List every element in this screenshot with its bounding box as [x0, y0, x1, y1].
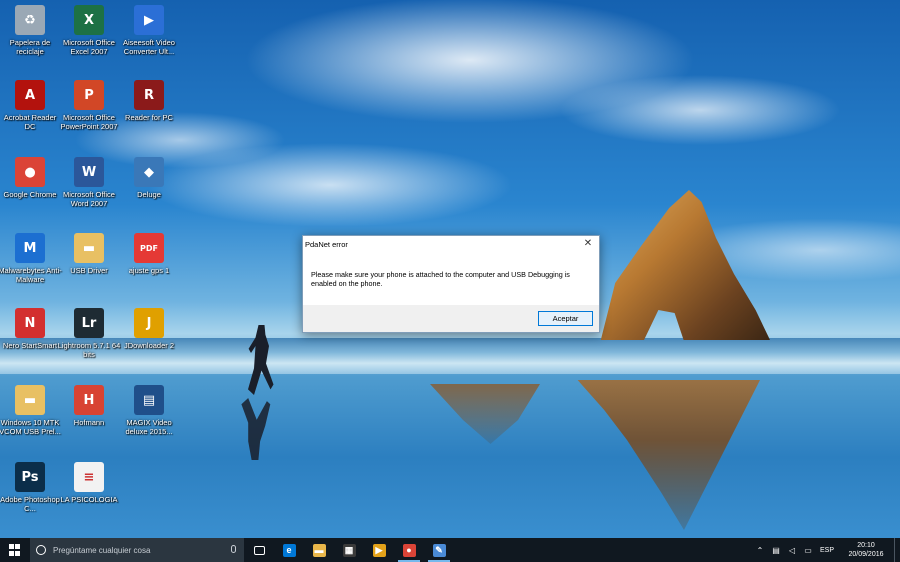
- desktop-shortcut[interactable]: ● Google Chrome: [0, 157, 62, 227]
- dialog-footer: Aceptar: [303, 305, 599, 332]
- desktop-shortcut[interactable]: M Malwarebytes Anti-Malware: [0, 233, 62, 303]
- microphone-icon[interactable]: [231, 545, 236, 553]
- photoshop-icon: Ps: [15, 462, 45, 492]
- desktop-shortcut-label: Nero StartSmart: [2, 341, 58, 350]
- desktop-shortcut[interactable]: P Microsoft Office PowerPoint 2007: [57, 80, 121, 150]
- taskbar-button-store[interactable]: ▦: [334, 538, 364, 562]
- desktop-shortcut[interactable]: Ps Adobe Photoshop C...: [0, 462, 62, 532]
- paint-icon: ✎: [432, 543, 446, 557]
- taskbar-button-file-explorer[interactable]: ▬: [304, 538, 334, 562]
- desktop-shortcut[interactable]: H Hofmann: [57, 385, 121, 455]
- desktop-shortcut-label: Hofmann: [73, 418, 105, 427]
- malwarebytes-icon: M: [15, 233, 45, 263]
- cortana-icon: [36, 545, 46, 555]
- desktop-shortcut-label: Microsoft Office Word 2007: [63, 190, 115, 208]
- task-view-icon: ▭: [253, 545, 265, 555]
- document-icon: ≡: [74, 462, 104, 492]
- dialog-message: Please make sure your phone is attached …: [311, 270, 570, 288]
- chrome-icon: ●: [402, 543, 416, 557]
- close-icon[interactable]: ✕: [581, 237, 595, 251]
- recycle-bin-icon: ♻: [15, 5, 45, 35]
- volume-icon[interactable]: ◁: [786, 538, 798, 562]
- folder-icon: ▬: [74, 233, 104, 263]
- desktop-shortcut-label: Adobe Photoshop C...: [0, 495, 60, 513]
- acrobat-icon: A: [15, 80, 45, 110]
- magix-icon: ▤: [134, 385, 164, 415]
- hofmann-icon: H: [74, 385, 104, 415]
- accept-button[interactable]: Aceptar: [538, 311, 593, 326]
- desktop-shortcut[interactable]: X Microsoft Office Excel 2007: [57, 5, 121, 75]
- reader-icon: R: [134, 80, 164, 110]
- desktop-shortcut[interactable]: ▶ Aiseesoft Video Converter Ult...: [117, 5, 181, 75]
- desktop-shortcut-label: Aiseesoft Video Converter Ult...: [123, 38, 175, 56]
- chevron-up-icon[interactable]: ⌃: [754, 538, 766, 562]
- system-tray: ⌃ ▤ ◁ ▭ ESP 20:10 20/09/2016: [752, 538, 900, 562]
- desktop-shortcut-label: MAGIX Video deluxe 2015...: [125, 418, 173, 436]
- excel-icon: X: [74, 5, 104, 35]
- desktop-shortcut-label: LA PSICOLOGIA: [60, 495, 118, 504]
- pdf-icon: PDF: [134, 233, 164, 263]
- desktop-shortcut-label: Acrobat Reader DC: [3, 113, 57, 131]
- taskbar-button-media-player[interactable]: ▶: [364, 538, 394, 562]
- desktop-shortcut[interactable]: PDF ajuste gps 1: [117, 233, 181, 303]
- lightroom-icon: Lr: [74, 308, 104, 338]
- nero-icon: N: [15, 308, 45, 338]
- desktop-shortcut[interactable]: J JDownloader 2: [117, 308, 181, 378]
- file-explorer-icon: ▬: [312, 543, 326, 557]
- desktop-shortcut-label: Microsoft Office Excel 2007: [63, 38, 115, 56]
- desktop-shortcut-label: Windows 10 MTK VCOM USB Prel...: [0, 418, 61, 436]
- desktop-shortcut-label: Malwarebytes Anti-Malware: [0, 266, 62, 284]
- desktop-shortcut-label: JDownloader 2: [123, 341, 175, 350]
- taskbar: Pregúntame cualquier cosa ▭ e ▬ ▦ ▶ ● ✎ ⌃ ▤ ◁ …: [0, 538, 900, 562]
- network-icon[interactable]: ▤: [770, 538, 782, 562]
- desktop-shortcut-label: Google Chrome: [3, 190, 57, 199]
- desktop-shortcut-label: ajuste gps 1: [128, 266, 170, 275]
- desktop-shortcut[interactable]: N Nero StartSmart: [0, 308, 62, 378]
- desktop-shortcut[interactable]: ♻ Papelera de reciclaje: [0, 5, 62, 75]
- pdanet-error-dialog: PdaNet error ✕ Please make sure your pho…: [302, 235, 600, 333]
- word-icon: W: [74, 157, 104, 187]
- start-button[interactable]: [0, 538, 30, 562]
- chrome-icon: ●: [15, 157, 45, 187]
- taskbar-button-task-view[interactable]: ▭: [244, 538, 274, 562]
- pinned-apps: ▭ e ▬ ▦ ▶ ● ✎: [244, 538, 454, 562]
- desktop-shortcut-label: Papelera de reciclaje: [9, 38, 51, 56]
- language-indicator[interactable]: ESP: [820, 547, 834, 554]
- desktop-shortcut-label: Deluge: [137, 190, 161, 199]
- desktop-shortcut[interactable]: Lr Lightroom 5.7.1 64 bits: [57, 308, 121, 378]
- desktop-shortcut-label: Microsoft Office PowerPoint 2007: [60, 113, 118, 131]
- show-desktop-button[interactable]: [894, 538, 900, 562]
- jdownloader-icon: J: [134, 308, 164, 338]
- desktop-shortcut[interactable]: A Acrobat Reader DC: [0, 80, 62, 150]
- taskbar-button-chrome[interactable]: ●: [394, 538, 424, 562]
- desktop-shortcut-label: Reader for PC: [125, 113, 173, 122]
- folder-icon: ▬: [15, 385, 45, 415]
- edge-icon: e: [282, 543, 296, 557]
- notifications-icon[interactable]: ▭: [802, 538, 814, 562]
- search-placeholder: Pregúntame cualquier cosa: [53, 545, 151, 555]
- powerpoint-icon: P: [74, 80, 104, 110]
- windows-logo-icon: [9, 544, 21, 556]
- desktop-shortcut[interactable]: W Microsoft Office Word 2007: [57, 157, 121, 227]
- clock-time: 20:10: [857, 542, 875, 549]
- desktop-shortcut[interactable]: ▬ Windows 10 MTK VCOM USB Prel...: [0, 385, 62, 455]
- clock[interactable]: 20:10 20/09/2016: [842, 541, 890, 559]
- store-icon: ▦: [342, 543, 356, 557]
- taskbar-button-paint[interactable]: ✎: [424, 538, 454, 562]
- desktop-shortcut[interactable]: ≡ LA PSICOLOGIA: [57, 462, 121, 532]
- desktop-shortcut[interactable]: ◆ Deluge: [117, 157, 181, 227]
- taskbar-button-edge[interactable]: e: [274, 538, 304, 562]
- deluge-icon: ◆: [134, 157, 164, 187]
- desktop-shortcut[interactable]: R Reader for PC: [117, 80, 181, 150]
- desktop-shortcut[interactable]: ▤ MAGIX Video deluxe 2015...: [117, 385, 181, 455]
- video-converter-icon: ▶: [134, 5, 164, 35]
- desktop-shortcut-label: Lightroom 5.7.1 64 bits: [57, 341, 121, 359]
- dialog-title: PdaNet error: [305, 240, 348, 249]
- desktop-shortcut-label: USB Driver: [70, 266, 108, 275]
- clock-date: 20/09/2016: [848, 551, 884, 558]
- media-player-icon: ▶: [372, 543, 386, 557]
- desktop-shortcut[interactable]: ▬ USB Driver: [57, 233, 121, 303]
- search-box[interactable]: Pregúntame cualquier cosa: [30, 538, 244, 562]
